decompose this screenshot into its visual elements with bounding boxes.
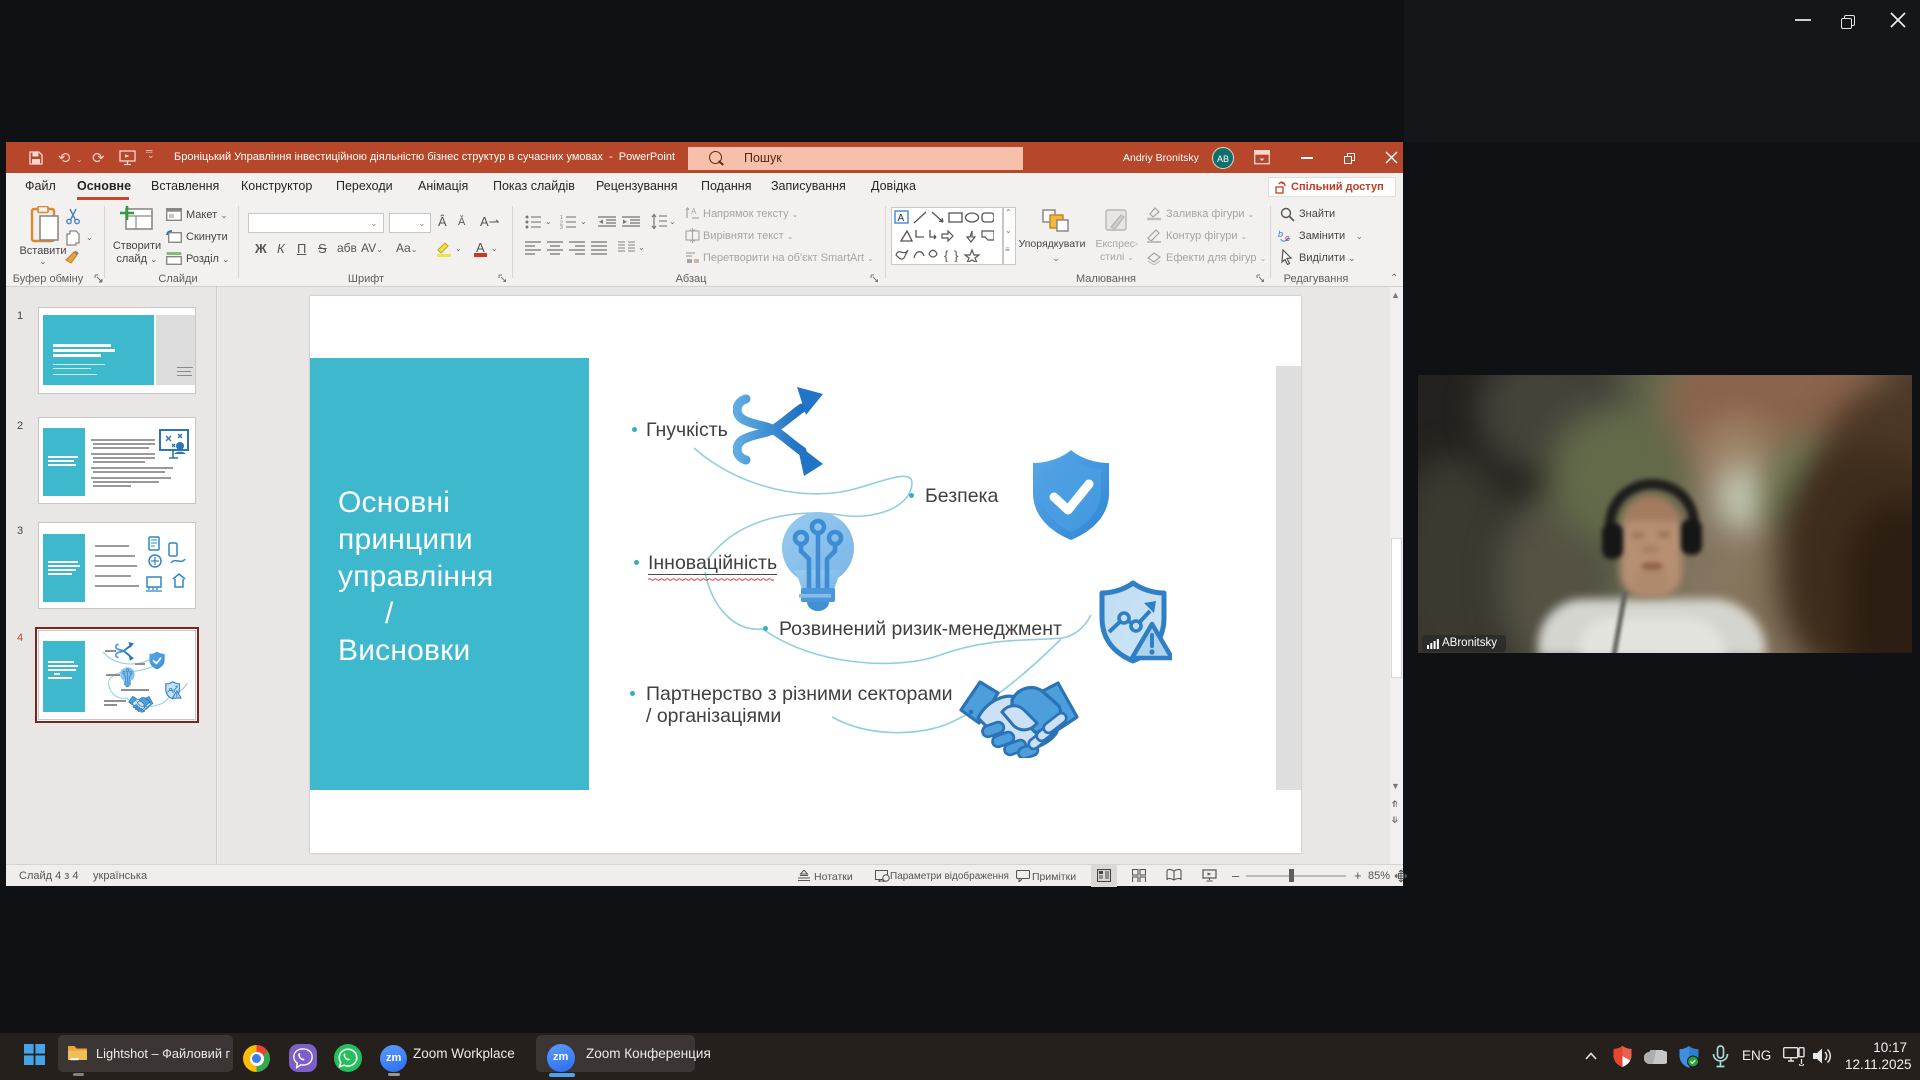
svg-text:A: A	[898, 213, 905, 224]
svg-text:b: b	[1278, 229, 1283, 239]
svg-text:A: A	[691, 207, 697, 216]
svg-text:}: }	[954, 248, 959, 262]
svg-text:{: {	[944, 248, 949, 262]
svg-text:3: 3	[560, 225, 563, 229]
